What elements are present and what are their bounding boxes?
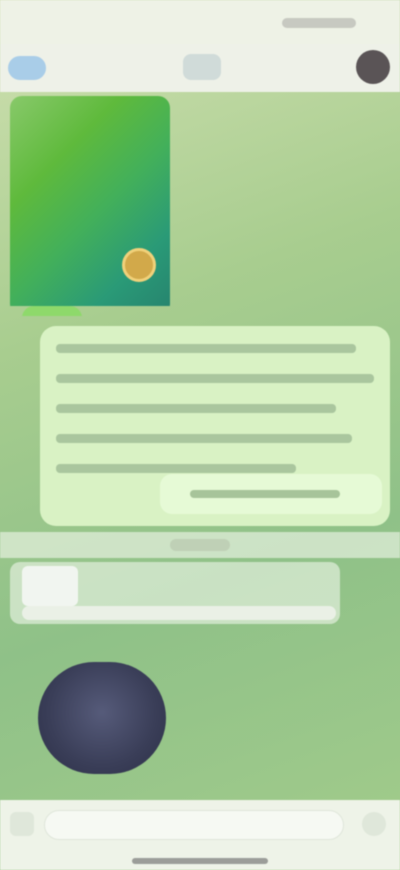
back-button[interactable] [8,56,46,80]
attach-icon[interactable] [10,812,34,836]
forwarded-text [22,606,336,620]
chat-header [0,44,400,92]
message-line [56,464,296,473]
chat-title[interactable] [183,54,221,80]
microphone-icon[interactable] [362,812,386,836]
reply-preview[interactable] [160,474,382,514]
message-line [56,404,336,413]
forwarded-message[interactable] [10,562,340,624]
message-line [56,374,374,383]
image-message[interactable] [10,96,170,316]
home-indicator[interactable] [132,858,268,864]
date-pill [170,539,230,551]
sticker-badge [122,248,156,282]
message-composer [0,800,400,870]
forwarded-thumbnail [22,566,78,606]
round-video-message[interactable] [38,662,166,774]
status-icons [282,18,356,28]
date-separator [0,532,400,558]
message-input[interactable] [44,810,344,840]
status-bar [0,0,400,44]
message-line [56,344,356,353]
avatar[interactable] [356,50,390,84]
text-message-bubble[interactable] [40,326,390,526]
message-line [56,434,352,443]
